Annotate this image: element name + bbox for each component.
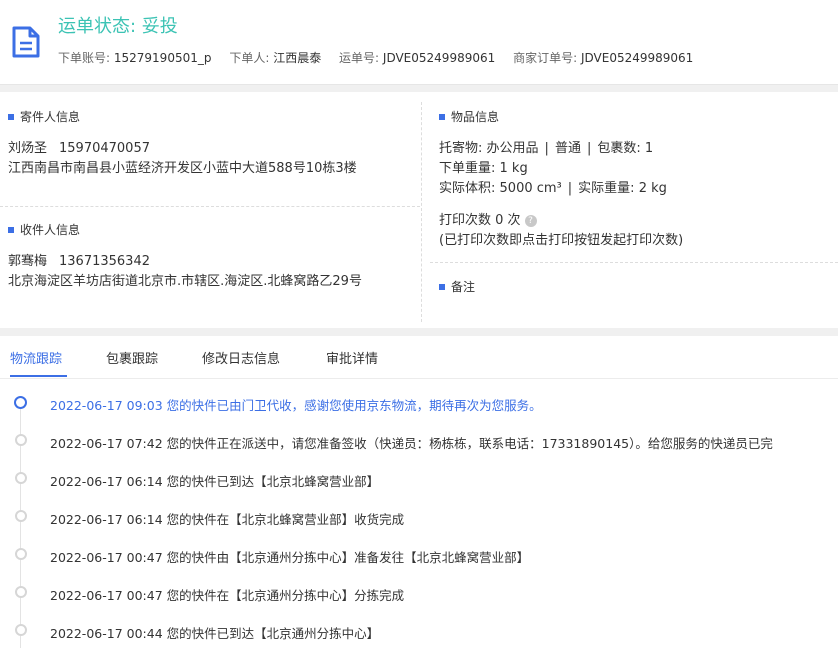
divider <box>0 206 420 207</box>
divider <box>421 102 422 322</box>
print-count-row: 打印次数 0 次? <box>439 209 537 228</box>
timeline-dot <box>15 510 27 522</box>
tracking-panel: 物流跟踪 包裹跟踪 修改日志信息 审批详情 2022-06-17 09:03 您… <box>0 336 838 648</box>
print-count-note: (已打印次数即点击打印按钮发起打印次数) <box>439 233 684 248</box>
active-tab-indicator <box>10 375 67 377</box>
section-marker-icon <box>8 226 14 233</box>
meta-merchant-order-number: 商家订单号: JDVE05249989061 <box>513 51 694 65</box>
sender-contact: 刘炀圣 15970470057 <box>8 137 150 156</box>
tab-approval-details[interactable]: 审批详情 <box>326 348 378 367</box>
meta-order-account: 下单账号: 15279190501_p <box>58 51 212 65</box>
document-icon <box>12 26 40 58</box>
timeline-dot <box>15 472 27 484</box>
tab-package-tracking[interactable]: 包裹跟踪 <box>106 348 158 367</box>
sender-phone: 15970470057 <box>59 141 150 156</box>
divider <box>430 262 838 263</box>
section-marker-icon <box>439 283 445 290</box>
section-marker-icon <box>8 113 14 120</box>
remarks-section-title: 备注 <box>439 278 475 295</box>
timeline-dot <box>15 624 27 636</box>
shipment-info: 寄件人信息 刘炀圣 15970470057 江西南昌市南昌县小蓝经济开发区小蓝中大… <box>0 92 838 328</box>
receiver-address: 北京海淀区羊坊店街道北京市.市辖区.海淀区.北蜂窝路乙29号 <box>8 274 362 289</box>
timeline-dot <box>14 396 27 409</box>
order-header: 运单状态: 妥投 下单账号: 15279190501_p 下单人: 江西晨泰 运… <box>0 0 838 85</box>
tracking-tabs: 物流跟踪 包裹跟踪 修改日志信息 审批详情 <box>0 336 838 379</box>
meta-orderer: 下单人: 江西晨泰 <box>229 51 322 65</box>
goods-weight-row: 下单重量: 1 kg <box>439 161 528 176</box>
sender-section-title: 寄件人信息 <box>8 108 80 125</box>
timeline-entry: 2022-06-17 07:42 您的快件正在派送中，请您准备签收（快递员：杨栋… <box>50 436 773 451</box>
meta-waybill-number: 运单号: JDVE05249989061 <box>339 51 496 65</box>
timeline-dot <box>15 434 27 446</box>
receiver-phone: 13671356342 <box>59 254 150 269</box>
goods-volume-row: 实际体积: 5000 cm³ | 实际重量: 2 kg <box>439 181 667 196</box>
tab-change-log[interactable]: 修改日志信息 <box>202 348 280 367</box>
sender-address: 江西南昌市南昌县小蓝经济开发区小蓝中大道588号10栋3楼 <box>8 161 357 176</box>
receiver-contact: 郭骞梅 13671356342 <box>8 250 150 269</box>
goods-section-title: 物品信息 <box>439 108 499 125</box>
timeline-entry: 2022-06-17 00:44 您的快件已到达【北京通州分拣中心】 <box>50 626 380 641</box>
help-icon[interactable]: ? <box>524 215 537 227</box>
timeline-entry: 2022-06-17 06:14 您的快件在【北京北蜂窝营业部】收货完成 <box>50 512 405 527</box>
timeline-dot <box>15 548 27 560</box>
timeline-entry: 2022-06-17 00:47 您的快件由【北京通州分拣中心】准备发往【北京北… <box>50 550 530 565</box>
receiver-name: 郭骞梅 <box>8 254 48 269</box>
waybill-status: 运单状态: 妥投 <box>58 16 178 37</box>
timeline-dot <box>15 586 27 598</box>
order-meta: 下单账号: 15279190501_p 下单人: 江西晨泰 运单号: JDVE0… <box>58 49 707 66</box>
goods-type-row: 托寄物: 办公用品 | 普通 | 包裹数: 1 <box>439 141 654 156</box>
sender-name: 刘炀圣 <box>8 141 48 156</box>
tab-logistics-tracking[interactable]: 物流跟踪 <box>10 348 62 367</box>
timeline-entry: 2022-06-17 09:03 您的快件已由门卫代收，感谢您使用京东物流，期待… <box>50 398 542 413</box>
receiver-section-title: 收件人信息 <box>8 221 80 238</box>
section-marker-icon <box>439 113 445 120</box>
timeline-entry: 2022-06-17 06:14 您的快件已到达【北京北蜂窝营业部】 <box>50 474 380 489</box>
timeline-entry: 2022-06-17 00:47 您的快件在【北京通州分拣中心】分拣完成 <box>50 588 405 603</box>
